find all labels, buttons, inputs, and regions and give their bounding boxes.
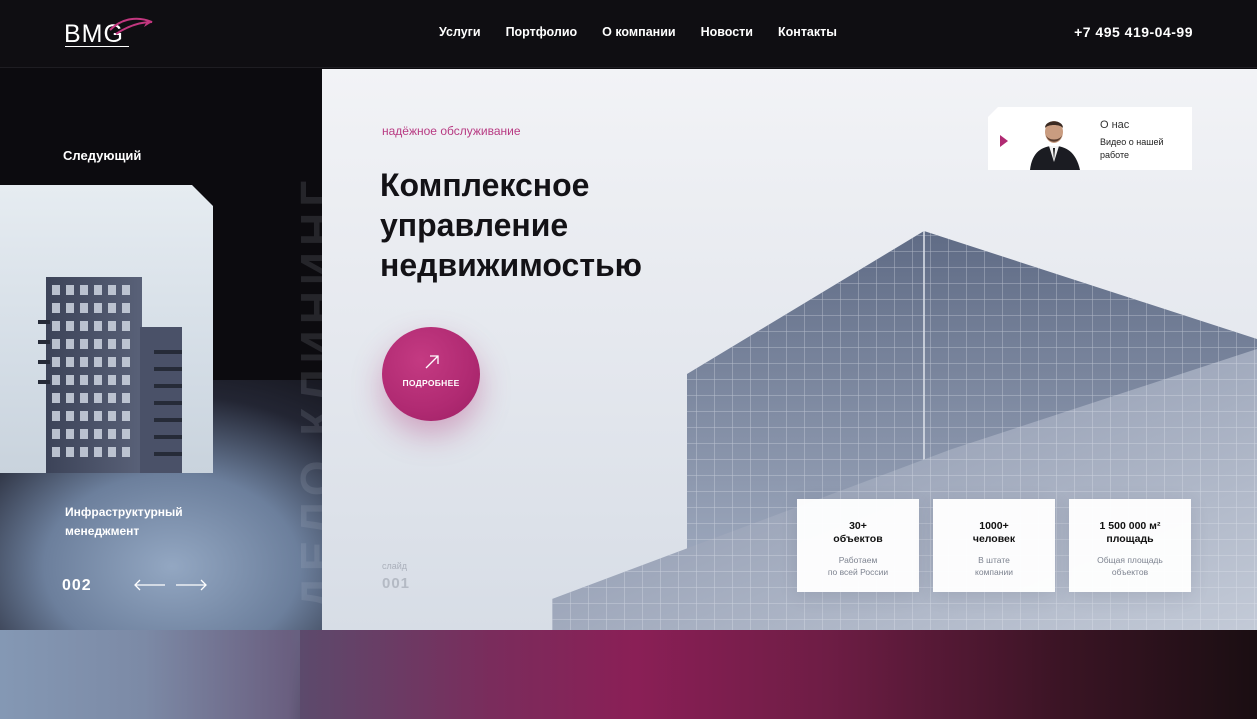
nav-item-portfolio[interactable]: Портфолио <box>506 25 578 39</box>
next-slide-title: Инфраструктурный менеджмент <box>65 505 183 538</box>
slide-number: 001 <box>382 575 411 592</box>
hero-title-line: управление <box>380 207 569 243</box>
background-glow-bottom <box>300 630 1257 719</box>
stat-caption: Общая площадь объектов <box>1097 555 1163 577</box>
logo-swoosh-icon <box>109 17 153 35</box>
logo[interactable]: BMG <box>64 16 156 48</box>
phone-link[interactable]: +7 495 419-04-99 <box>1074 24 1193 40</box>
logo-underline <box>65 46 129 47</box>
stat-value: 1 500 000 м² площадь <box>1099 520 1161 545</box>
more-button-label: ПОДРОБНЕЕ <box>402 378 460 388</box>
more-button[interactable]: ПОДРОБНЕЕ <box>382 327 480 421</box>
hero-slide: надёжное обслуживание Комплексное управл… <box>322 69 1257 630</box>
slide-label: слайд <box>382 561 408 571</box>
nav-item-about[interactable]: О компании <box>602 25 675 39</box>
stat-card-objects: 30+ объектов Работаем по всей России <box>797 499 919 592</box>
next-slide-label: Следующий <box>63 148 142 163</box>
about-title: О нас <box>1100 119 1130 131</box>
main-nav: Услуги Портфолио О компании Новости Конт… <box>439 25 862 39</box>
about-subtitle: Видео о нашей работе <box>1100 137 1164 160</box>
nav-item-news[interactable]: Новости <box>701 25 753 39</box>
stat-caption: Работаем по всей России <box>827 555 889 577</box>
header: BMG Услуги Портфолио О компании Новости … <box>0 0 1257 68</box>
next-slide-number: 002 <box>62 577 92 594</box>
arrow-left-icon[interactable] <box>133 578 167 592</box>
hero-title-line: недвижимостью <box>380 247 642 283</box>
hero-title: Комплексное управление недвижимостью <box>380 165 840 285</box>
tower-building-image <box>38 277 182 473</box>
stat-value: 30+ объектов <box>833 520 883 545</box>
arrow-right-icon[interactable] <box>174 578 208 592</box>
stat-caption: В штате компании <box>975 555 1013 577</box>
stat-card-people: 1000+ человек В штате компании <box>933 499 1055 592</box>
stat-value: 1000+ человек <box>972 520 1016 545</box>
about-video-card[interactable]: О нас Видео о нашей работе <box>988 107 1192 170</box>
person-photo <box>1024 112 1084 170</box>
play-icon <box>1000 135 1008 147</box>
hero-tagline: надёжное обслуживание <box>382 124 521 138</box>
arrow-up-right-icon <box>425 355 439 369</box>
nav-item-contacts[interactable]: Контакты <box>778 25 837 39</box>
stat-card-area: 1 500 000 м² площадь Общая площадь объек… <box>1069 499 1191 592</box>
nav-item-services[interactable]: Услуги <box>439 25 481 39</box>
next-slide-preview[interactable] <box>0 185 213 473</box>
hero-title-line: Комплексное <box>380 167 590 203</box>
